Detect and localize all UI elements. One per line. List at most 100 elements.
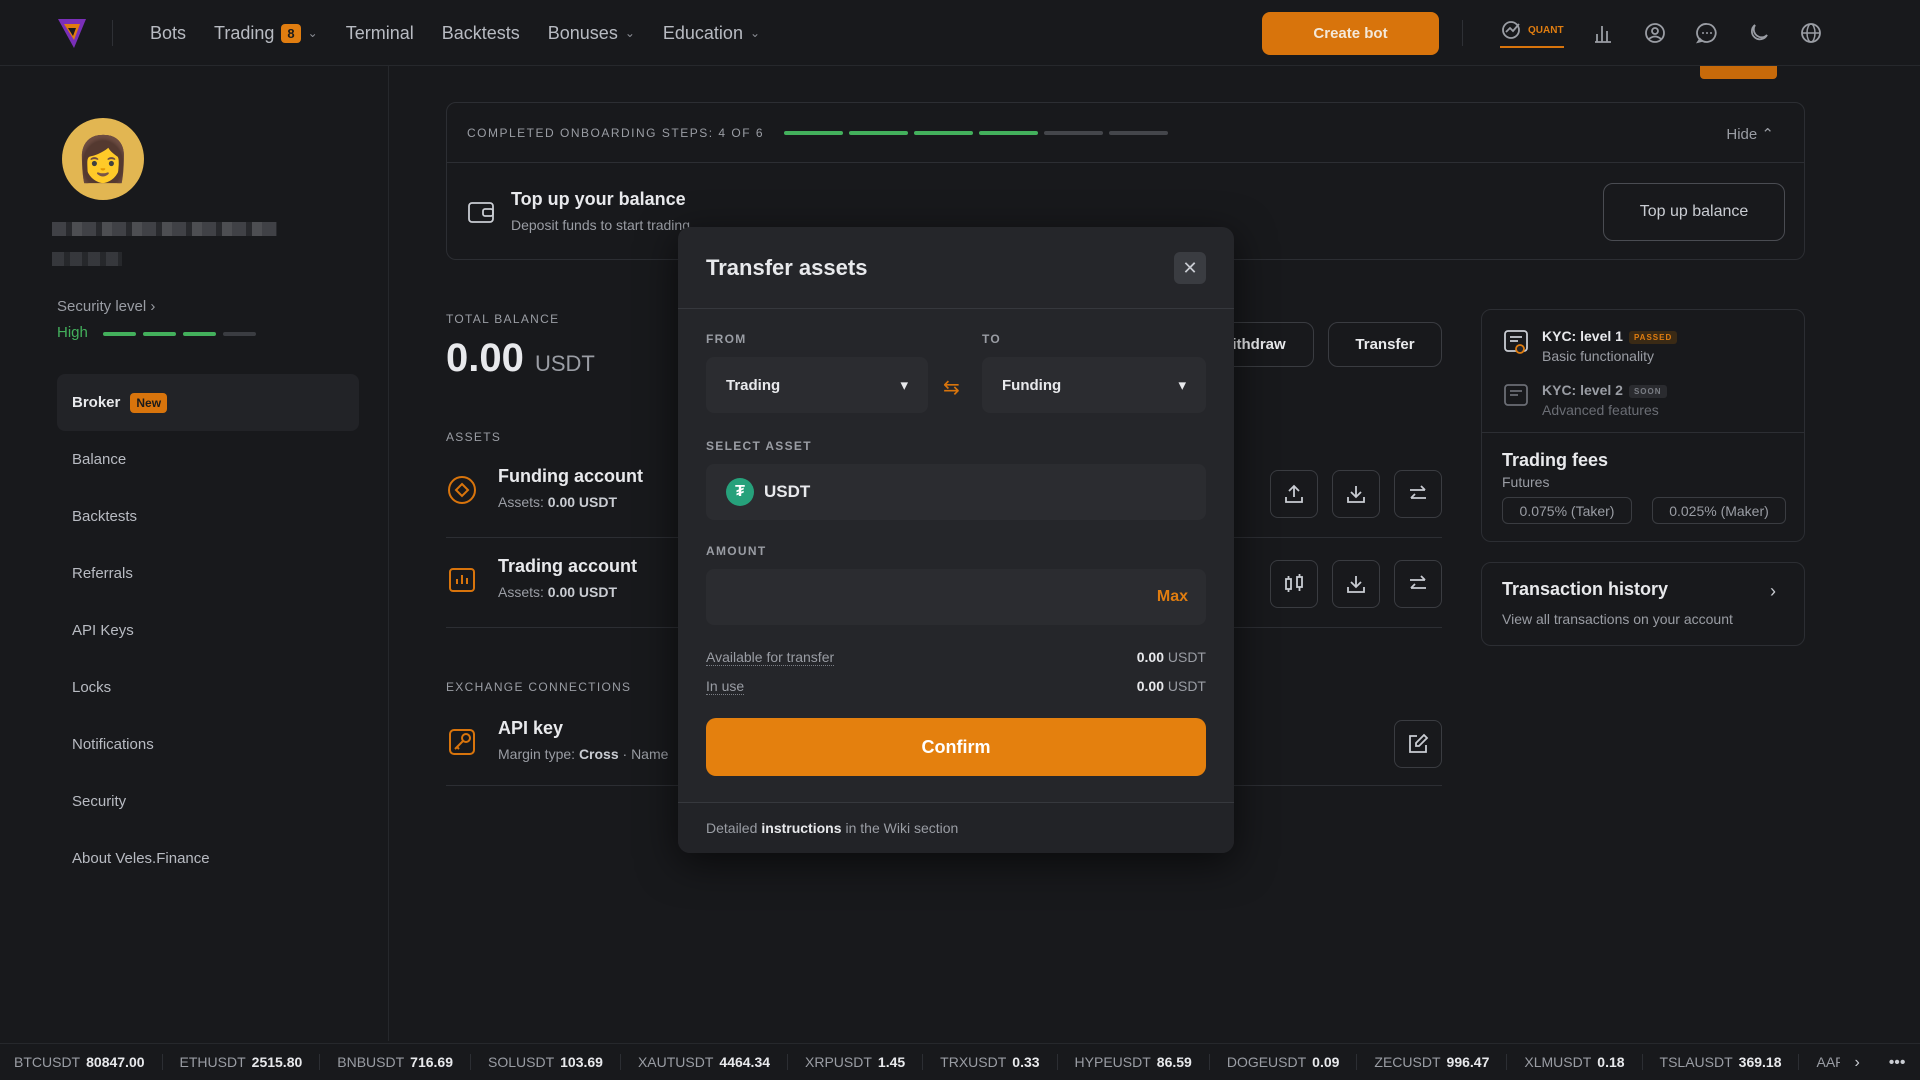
transfer-icon-button[interactable]: [1394, 560, 1442, 608]
chevron-down-icon: ⌄: [307, 26, 318, 40]
kyc-passed-icon: [1504, 330, 1528, 354]
nav-item-trading[interactable]: Trading 8 ⌄: [214, 23, 318, 44]
progress-step: [849, 130, 909, 135]
avatar[interactable]: 👩: [62, 118, 144, 200]
asset-select[interactable]: ₮ USDT: [706, 464, 1206, 520]
navbar-divider: [1462, 20, 1463, 46]
footer-suffix: in the Wiki section: [845, 820, 959, 836]
stats-icon[interactable]: [1590, 20, 1616, 46]
nav-item-bonuses[interactable]: Bonuses ⌄: [548, 23, 635, 44]
ticker-symbol: XRPUSDT: [805, 1054, 872, 1070]
ticker-item[interactable]: BNBUSDT 716.69: [337, 1054, 471, 1070]
nav-item-education[interactable]: Education ⌄: [663, 23, 760, 44]
ticker-item[interactable]: TRXUSDT 0.33: [940, 1054, 1058, 1070]
ticker-price: 86.59: [1156, 1054, 1192, 1070]
trading-count-badge: 8: [281, 23, 301, 43]
max-button[interactable]: Max: [1157, 588, 1188, 606]
transfer-icon-button[interactable]: [1394, 470, 1442, 518]
assets-value: 0.00 USDT: [547, 494, 618, 510]
quant-toggle[interactable]: QUANT: [1500, 18, 1564, 48]
nav-item-backtests[interactable]: Backtests: [442, 23, 520, 44]
top-navbar: Bots Trading 8 ⌄ Terminal Backtests Bonu…: [0, 0, 1920, 66]
ticker-symbol: XAUTUSDT: [637, 1054, 714, 1070]
ticker-item[interactable]: TSLAUSDT 369.18: [1660, 1054, 1800, 1070]
to-account-value: Funding: [1002, 376, 1062, 394]
key-icon: [449, 729, 475, 755]
candlestick-icon: [1285, 574, 1303, 592]
from-account-value: Trading: [726, 376, 781, 394]
ticker-item[interactable]: ETHUSDT 2515.80: [180, 1054, 321, 1070]
sidebar-item-backtests[interactable]: Backtests: [57, 488, 359, 545]
security-bar: [183, 332, 216, 336]
profile-icon[interactable]: [1642, 20, 1668, 46]
from-account-select[interactable]: Trading ▾: [706, 357, 928, 413]
candles-button[interactable]: [1270, 560, 1318, 608]
onboarding-title: COMPLETED ONBOARDING STEPS: 4 OF 6: [467, 125, 765, 140]
nav-label: Education: [662, 22, 743, 43]
in-use-amount: 0.00 USDT: [1137, 678, 1206, 695]
balance-unit: USDT: [534, 351, 595, 376]
footer-prefix: Detailed: [706, 820, 758, 836]
tether-icon: ₮: [726, 478, 754, 506]
transaction-history-card[interactable]: Transaction history View all transaction…: [1481, 562, 1805, 646]
upload-button[interactable]: [1270, 470, 1318, 518]
nav-item-terminal[interactable]: Terminal: [346, 23, 414, 44]
download-button[interactable]: [1332, 470, 1380, 518]
nav-item-bots[interactable]: Bots: [150, 23, 186, 44]
ticker-item[interactable]: XLMUSDT 0.18: [1524, 1054, 1643, 1070]
sidebar-item-about[interactable]: About Veles.Finance: [57, 830, 359, 887]
sidebar-item-broker[interactable]: Broker New: [57, 374, 359, 431]
ticker-item[interactable]: XAUTUSDT 4464.34: [637, 1054, 789, 1070]
hide-onboarding-button[interactable]: Hide ⌃: [1726, 125, 1774, 143]
security-level-link[interactable]: Security level ›: [57, 298, 155, 315]
ticker-symbol: HYPEUSDT: [1074, 1054, 1151, 1070]
ticker-price: 80847.00: [86, 1054, 145, 1070]
moon-icon[interactable]: [1746, 20, 1772, 46]
swap-direction-icon[interactable]: ⇆: [943, 375, 960, 400]
edit-api-key-button[interactable]: [1394, 720, 1442, 768]
ticker-symbol: TRXUSDT: [940, 1054, 1007, 1070]
sidebar-item-label: Referrals: [72, 565, 133, 582]
instructions-link[interactable]: instructions: [761, 820, 841, 836]
sidebar-item-referrals[interactable]: Referrals: [57, 545, 359, 602]
divider: [1482, 432, 1804, 433]
collapse-tab[interactable]: [1700, 66, 1777, 79]
confirm-button[interactable]: Confirm: [706, 718, 1206, 776]
ticker-item[interactable]: BTCUSDT 80847.00: [14, 1054, 163, 1070]
available-label[interactable]: Available for transfer: [706, 649, 835, 666]
ticker-price: 0.33: [1012, 1054, 1040, 1070]
sidebar-item-api-keys[interactable]: API Keys: [57, 602, 359, 659]
top-up-balance-button[interactable]: Top up balance: [1603, 183, 1785, 241]
ticker-item[interactable]: DOGEUSDT 0.09: [1227, 1054, 1358, 1070]
margin-prefix: Margin type:: [498, 746, 576, 762]
ticker-item[interactable]: XRPUSDT 1.45: [805, 1054, 924, 1070]
sidebar-item-notifications[interactable]: Notifications: [57, 716, 359, 773]
ticker-price: 0.18: [1597, 1054, 1625, 1070]
kyc-level-2-label: KYC: level 2: [1542, 382, 1623, 398]
in-use-label[interactable]: In use: [706, 678, 745, 695]
userid-redacted: [52, 252, 122, 266]
create-bot-button[interactable]: Create bot: [1262, 12, 1439, 55]
sidebar-item-locks[interactable]: Locks: [57, 659, 359, 716]
transfer-button[interactable]: Transfer: [1328, 322, 1442, 367]
close-modal-button[interactable]: ✕: [1174, 252, 1206, 284]
ticker-item[interactable]: HYPEUSDT 86.59: [1075, 1054, 1210, 1070]
ticker-symbol: SOLUSDT: [488, 1054, 555, 1070]
sidebar-item-security[interactable]: Security: [57, 773, 359, 830]
sidebar-item-balance[interactable]: Balance: [57, 431, 359, 488]
ticker-item[interactable]: SOLUSDT 103.69: [488, 1054, 621, 1070]
amount-input[interactable]: [726, 569, 1106, 625]
chevron-right-icon[interactable]: ›: [1854, 1054, 1859, 1072]
ticker-item[interactable]: ZECUSDT 996.47: [1374, 1054, 1508, 1070]
chat-icon[interactable]: [1694, 20, 1720, 46]
progress-step: [1044, 130, 1104, 135]
globe-icon[interactable]: [1798, 20, 1824, 46]
more-icon[interactable]: •••: [1889, 1054, 1906, 1072]
download-button[interactable]: [1332, 560, 1380, 608]
total-balance-value: 0.00 USDT: [446, 336, 595, 381]
to-label: TO: [982, 332, 1002, 346]
transaction-history-subtitle: View all transactions on your account: [1502, 611, 1733, 627]
logo-icon[interactable]: [56, 16, 88, 50]
to-account-select[interactable]: Funding ▾: [982, 357, 1206, 413]
ticker-symbol: XLMUSDT: [1524, 1054, 1592, 1070]
